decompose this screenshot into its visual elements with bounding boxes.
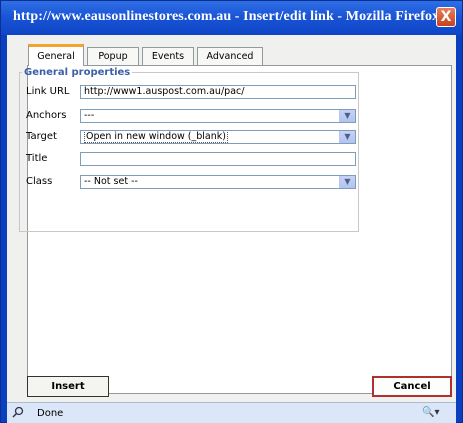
general-properties-legend: General properties [24, 67, 131, 78]
tab-events[interactable]: Events [142, 47, 194, 65]
link-url-input[interactable]: http://www1.auspost.com.au/pac/ [80, 85, 356, 99]
anchors-label: Anchors [26, 110, 67, 121]
title-bar[interactable]: http://www.eausonlinestores.com.au - Ins… [1, 1, 462, 35]
tab-popup[interactable]: Popup [87, 47, 139, 65]
browser-window: http://www.eausonlinestores.com.au - Ins… [0, 0, 463, 423]
tab-general[interactable]: General [28, 44, 84, 66]
window-title: http://www.eausonlinestores.com.au - Ins… [13, 9, 440, 24]
target-label: Target [26, 131, 57, 142]
title-label: Title [26, 153, 48, 164]
class-select[interactable]: -- Not set -- ▼ [80, 175, 356, 189]
chevron-down-icon[interactable]: ▼ [339, 131, 355, 143]
anchors-select[interactable]: --- ▼ [80, 109, 356, 123]
close-icon: X [440, 9, 452, 25]
status-bar: Done 🔍▾ [7, 402, 456, 423]
anchors-selected-value: --- [84, 110, 95, 121]
link-url-label: Link URL [26, 86, 70, 97]
target-select[interactable]: Open in new window (_blank) ▼ [80, 130, 356, 144]
class-selected-value: -- Not set -- [84, 176, 138, 187]
chevron-down-icon[interactable]: ▼ [339, 176, 355, 188]
tab-advanced[interactable]: Advanced [197, 47, 263, 65]
zoom-icon[interactable]: 🔍▾ [422, 407, 439, 418]
status-text: Done [37, 408, 64, 419]
target-selected-value: Open in new window (_blank) [84, 131, 228, 143]
magnifier-icon[interactable] [12, 406, 24, 418]
class-label: Class [26, 176, 53, 187]
cancel-button[interactable]: Cancel [372, 376, 452, 397]
dialog-body: General Popup Events Advanced General pr… [7, 35, 456, 402]
chevron-down-icon[interactable]: ▼ [339, 110, 355, 122]
close-button[interactable]: X [436, 7, 456, 27]
insert-button[interactable]: Insert [27, 376, 109, 397]
title-input[interactable] [80, 152, 356, 166]
